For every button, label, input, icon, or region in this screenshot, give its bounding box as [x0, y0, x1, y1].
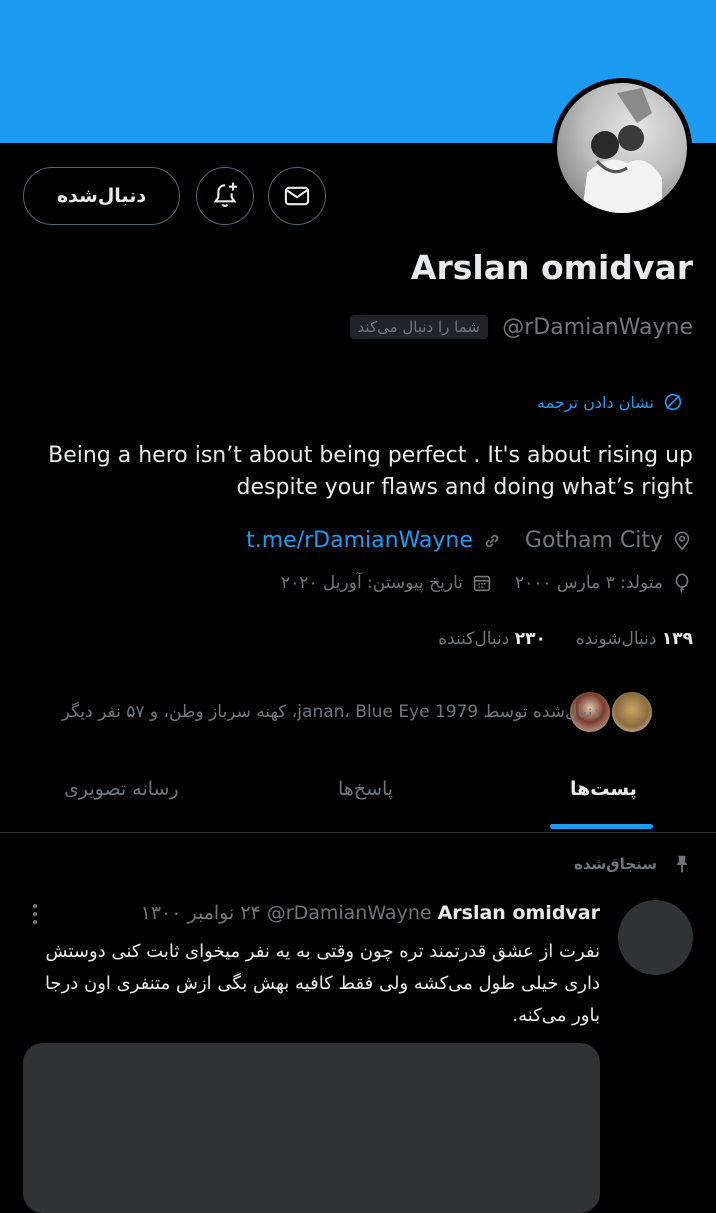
notifications-button[interactable]	[196, 167, 254, 225]
tab-posts[interactable]: پست‌ها	[570, 778, 637, 800]
translate-icon	[664, 393, 682, 411]
bell-plus-icon	[213, 182, 237, 208]
tab-replies[interactable]: پاسخ‌ها	[338, 778, 393, 800]
active-tab-indicator	[550, 824, 653, 829]
more-options-icon[interactable]	[30, 904, 40, 932]
balloon-icon	[675, 573, 689, 593]
profile-meta-row: Gotham City t.me/rDamianWayne	[246, 528, 693, 553]
pinned-label: سنجاق‌شده	[574, 855, 657, 873]
profile-website-link[interactable]: t.me/rDamianWayne	[246, 528, 473, 553]
followers-stat[interactable]: ۲۳۰ دنبال‌کننده	[438, 629, 546, 649]
tweet-date[interactable]: ۲۴ نوامبر ۱۳۰۰	[141, 902, 261, 924]
followed-by-text: دنبال‌شده توسط janan، Blue Eye 1979، کهن…	[61, 702, 600, 722]
location-pin-icon	[674, 530, 690, 551]
tweet-author-avatar[interactable]	[618, 900, 693, 975]
link-icon	[485, 534, 499, 547]
profile-birthdate: متولد: ۳ مارس ۲۰۰۰	[515, 573, 663, 593]
follower-avatar-1	[610, 690, 654, 734]
translate-label: نشان دادن ترجمه	[537, 392, 654, 412]
followed-by-row[interactable]: دنبال‌شده توسط janan، Blue Eye 1979، کهن…	[0, 690, 716, 736]
follows-you-badge: شما را دنبال می‌کند	[349, 315, 488, 339]
tweet-author-name[interactable]: Arslan omidvar	[438, 902, 600, 924]
avatar-image	[557, 83, 687, 213]
pinned-indicator: سنجاق‌شده	[574, 852, 693, 876]
message-button[interactable]	[268, 167, 326, 225]
following-button[interactable]: دنبال‌شده	[23, 167, 180, 225]
pin-icon	[676, 855, 688, 873]
profile-bio: Being a hero isn’t about being perfect .…	[48, 443, 693, 500]
tab-media[interactable]: رسانه تصویری	[64, 778, 179, 800]
profile-stats: ۱۳۹ دنبال‌شونده ۲۳۰ دنبال‌کننده	[438, 629, 693, 649]
profile-join-date: تاریخ پیوستن: آوریل ۲۰۲۰	[280, 573, 463, 593]
tweet-media[interactable]	[23, 1043, 600, 1213]
profile-tabs: پست‌ها پاسخ‌ها رسانه تصویری	[0, 740, 716, 833]
translate-bio-link[interactable]: نشان دادن ترجمه	[537, 391, 684, 413]
calendar-icon	[473, 575, 491, 592]
following-stat[interactable]: ۱۳۹ دنبال‌شونده	[576, 629, 693, 649]
profile-location: Gotham City	[524, 528, 663, 553]
tweet-text: نفرت از عشق قدرتمند تره چون وقتی به یه ن…	[44, 941, 600, 1026]
tweet-author-handle[interactable]: @rDamianWayne	[267, 902, 432, 924]
envelope-icon	[284, 186, 310, 206]
profile-dates-row: متولد: ۳ مارس ۲۰۰۰ تاریخ پیوستن: آوریل ۲…	[281, 572, 693, 594]
profile-handle: @rDamianWayne	[502, 315, 693, 340]
profile-avatar[interactable]	[552, 78, 692, 218]
tweet-header: ۲۴ نوامبر ۱۳۰۰ @rDamianWayne Arslan omid…	[141, 902, 600, 924]
profile-name: Arslan omidvar	[410, 248, 693, 287]
